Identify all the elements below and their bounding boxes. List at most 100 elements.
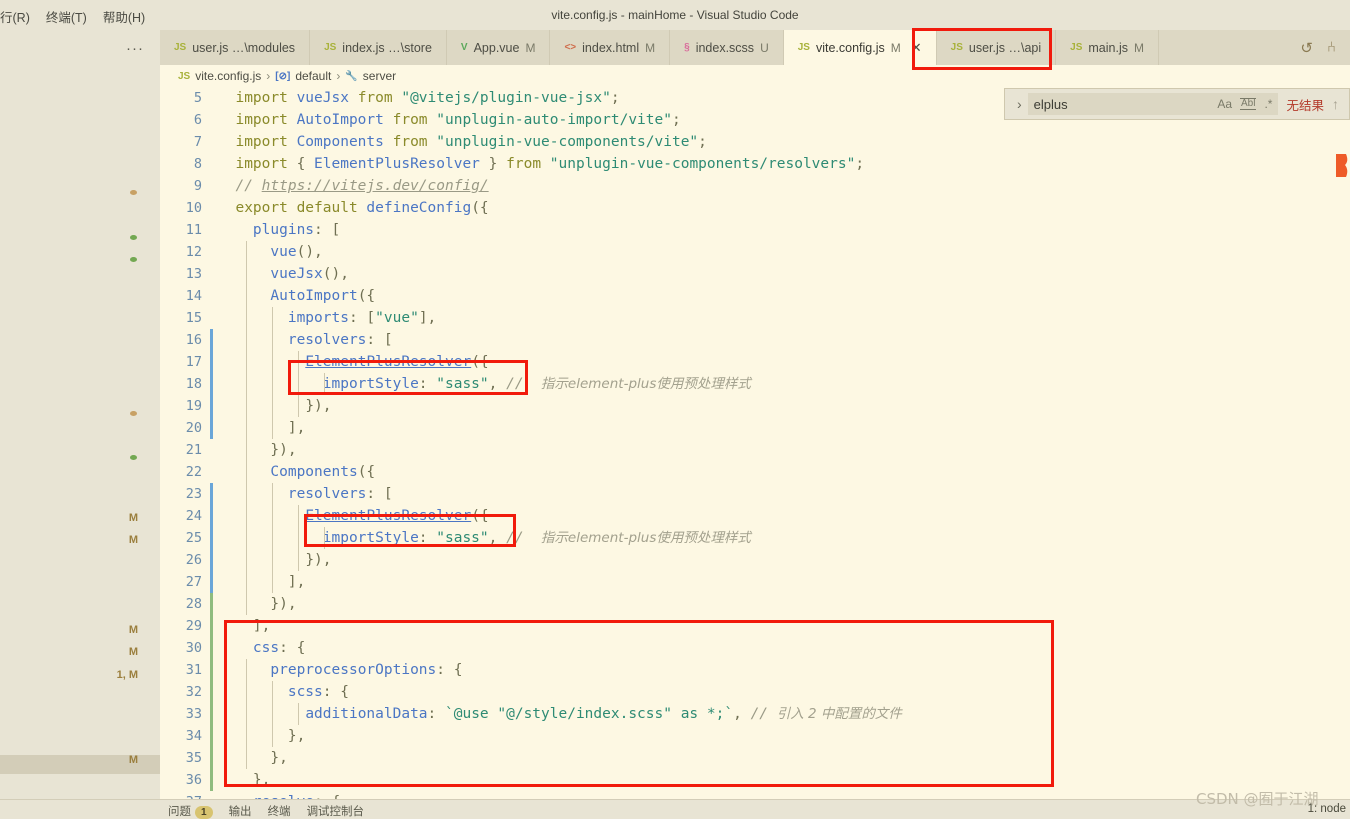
code-line[interactable]: 15 imports: ["vue"], (160, 307, 1350, 329)
code-token: : [ (366, 332, 393, 348)
toggle-replace-icon[interactable]: › (1011, 96, 1028, 112)
code-line[interactable]: 21 }), (160, 439, 1350, 461)
code-line[interactable]: 36 }, (160, 769, 1350, 791)
bottom-panel[interactable]: 问题 1 输出 终端 调试控制台 1: node (0, 799, 1350, 819)
code-line[interactable]: 31 preprocessorOptions: { (160, 659, 1350, 681)
code-line[interactable]: 14 AutoImport({ (160, 285, 1350, 307)
breadcrumb-file[interactable]: vite.config.js (195, 69, 261, 83)
close-icon[interactable]: ✕ (911, 40, 922, 56)
code-line[interactable]: 11 plugins: [ (160, 219, 1350, 241)
explorer-status-dot (130, 257, 137, 262)
panel-tab[interactable]: 调试控制台 (307, 803, 365, 819)
code-line[interactable]: 25 importStyle: "sass", // 指示element-plu… (160, 527, 1350, 549)
split-editor-icon[interactable]: ⑃ (1327, 39, 1336, 56)
editor-tab-main-js[interactable]: JS main.js M (1056, 30, 1159, 65)
find-input[interactable]: elplus Aa Abl .* (1027, 93, 1279, 115)
line-number: 30 (185, 640, 202, 656)
find-input-value[interactable]: elplus (1034, 97, 1218, 112)
editor-tab-index-js[interactable]: JS index.js …\store (310, 30, 447, 65)
indent-guide (246, 703, 247, 725)
code-token: css (252, 640, 280, 656)
code-line[interactable]: 12 vue(), (160, 241, 1350, 263)
breadcrumb[interactable]: JS vite.config.js › [⊘] default › 🔧 serv… (160, 65, 1350, 87)
code-token: ({ (471, 508, 489, 524)
code-line[interactable]: 33 additionalData: `@use "@/style/index.… (160, 703, 1350, 725)
panel-tab[interactable]: 输出 (229, 803, 252, 819)
tab-git-status: M (890, 40, 901, 55)
code-line[interactable]: 32 scss: { (160, 681, 1350, 703)
code-token: }), (305, 552, 332, 568)
line-number: 6 (193, 112, 202, 128)
indent-guide (246, 439, 247, 461)
js-file-icon: JS (797, 42, 810, 53)
code-line[interactable]: 13 vueJsx(), (160, 263, 1350, 285)
breadcrumb-member[interactable]: server (363, 69, 396, 83)
panel-tab[interactable]: 问题 1 (168, 803, 213, 819)
code-line[interactable]: 37 resolve: { (160, 791, 1350, 799)
indent-guide (298, 505, 299, 527)
breadcrumb-symbol[interactable]: default (295, 69, 331, 83)
code-line[interactable]: 8 import { ElementPlusResolver } from "u… (160, 153, 1350, 175)
indent-guide (246, 571, 247, 593)
editor-tab-user-js[interactable]: JS user.js …\api (936, 30, 1057, 65)
code-token: AutoImport (270, 288, 358, 304)
code-line[interactable]: 27 ], (160, 571, 1350, 593)
editor-tab-index-scss[interactable]: § index.scss U (670, 30, 784, 65)
code-token: Components (270, 464, 358, 480)
code-line[interactable]: 26 }), (160, 549, 1350, 571)
code-token: } (479, 156, 507, 172)
code-line[interactable]: 7 import Components from "unplugin-vue-c… (160, 131, 1350, 153)
git-diff-marker (210, 769, 213, 791)
panel-tab[interactable]: 终端 (268, 803, 291, 819)
code-line[interactable]: 34 }, (160, 725, 1350, 747)
editor-actions[interactable]: ↺ ⑃ (1286, 30, 1350, 65)
indent-guide (272, 483, 273, 505)
editor-tab-bar[interactable]: JS user.js …\modules JS index.js …\store V Ap… (160, 30, 1350, 65)
code-line[interactable]: 9 // https://vitejs.dev/config/ (160, 175, 1350, 197)
explorer-file-list[interactable]: M M M M 1, MM (0, 30, 160, 819)
code-line[interactable]: 29 ], (160, 615, 1350, 637)
code-line[interactable]: 16 resolvers: [ (160, 329, 1350, 351)
code-token: "sass" (436, 530, 489, 546)
code-line[interactable]: 22 Components({ (160, 461, 1350, 483)
code-line[interactable]: 23 resolvers: [ (160, 483, 1350, 505)
editor-tab-App-vue[interactable]: V App.vue M (446, 30, 551, 65)
code-line[interactable]: 17 ElementPlusResolver({ (160, 351, 1350, 373)
code-token: plugins (252, 222, 315, 238)
html-file-icon: <> (564, 42, 577, 53)
explorer-git-status: 1, M (116, 669, 138, 681)
code-lines[interactable]: 5 import vueJsx from "@vitejs/plugin-vue… (160, 87, 1350, 799)
explorer-sidebar[interactable]: ··· M M M M 1, MM (0, 30, 160, 819)
timeline-history-icon[interactable]: ↺ (1300, 39, 1313, 57)
code-token: preprocessorOptions (270, 662, 437, 678)
find-widget[interactable]: › elplus Aa Abl .* 无结果 ↑ (1004, 88, 1350, 120)
code-token: }, (252, 772, 271, 788)
code-token: ({ (471, 200, 489, 216)
match-case-icon[interactable]: Aa (1217, 98, 1232, 110)
editor-tab-vite-config-js[interactable]: JS vite.config.js M ✕ (783, 30, 937, 65)
panel-tab-list[interactable]: 问题 1 输出 终端 调试控制台 (168, 803, 364, 819)
code-line[interactable]: 24 ElementPlusResolver({ (160, 505, 1350, 527)
code-line[interactable]: 30 css: { (160, 637, 1350, 659)
code-line[interactable]: 19 }), (160, 395, 1350, 417)
code-line[interactable]: 20 ], (160, 417, 1350, 439)
code-token: import (235, 90, 297, 106)
find-previous-icon[interactable]: ↑ (1332, 96, 1343, 112)
scss-file-icon: § (684, 42, 690, 53)
code-line[interactable]: 28 }), (160, 593, 1350, 615)
explorer-status-dot (130, 411, 137, 416)
code-line[interactable]: 18 importStyle: "sass", // 指示element-plu… (160, 373, 1350, 395)
code-token: from (506, 156, 550, 172)
use-regex-icon[interactable]: .* (1264, 98, 1272, 110)
code-token: // (506, 530, 533, 546)
code-line[interactable]: 10 export default defineConfig({ (160, 197, 1350, 219)
explorer-status-dot (130, 455, 137, 460)
match-whole-word-icon[interactable]: Abl (1240, 98, 1257, 110)
editor-tab-index-html[interactable]: <> index.html M (550, 30, 671, 65)
code-editor[interactable]: 5 import vueJsx from "@vitejs/plugin-vue… (160, 87, 1350, 799)
editor-tab-user-js[interactable]: JS user.js …\modules (160, 30, 311, 65)
code-line[interactable]: 35 }, (160, 747, 1350, 769)
